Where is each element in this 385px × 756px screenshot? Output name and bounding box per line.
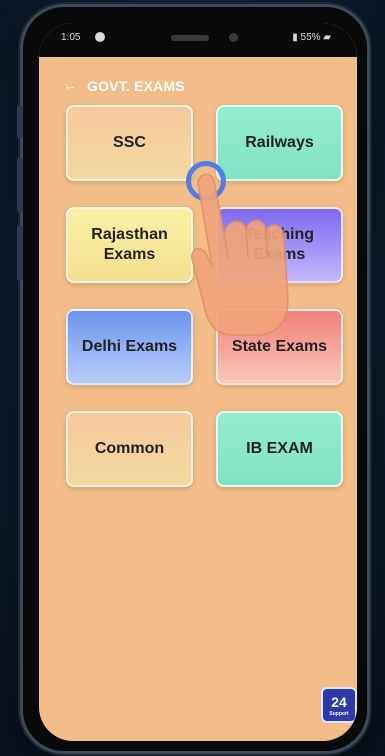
back-arrow-icon[interactable]: ← (63, 77, 77, 93)
phone-volume-button-2 (17, 157, 23, 213)
phone-power-button (17, 225, 23, 281)
tile-common[interactable]: Common (66, 411, 193, 487)
status-time: 1:05 (61, 32, 81, 43)
front-camera (229, 33, 238, 42)
camera-notch (129, 23, 264, 57)
tile-delhi-exams[interactable]: Delhi Exams (66, 309, 193, 385)
status-bar: 1:05 ▮ 55% ▰ (39, 23, 357, 57)
app-header: ← GOVT. EXAMS (39, 57, 357, 107)
pointing-hand-icon (191, 173, 289, 336)
tile-label: Railways (245, 134, 314, 151)
tile-ib-exam[interactable]: IB EXAM (216, 411, 343, 487)
tile-label: Delhi Exams (81, 338, 178, 355)
tile-ssc[interactable]: SSC (66, 105, 193, 181)
phone-frame: 1:05 ▮ 55% ▰ ← GOVT. EXAMS SSC Railways … (17, 4, 370, 754)
logo-subtext: Support (329, 711, 349, 717)
battery-indicator: ▮ 55% ▰ (292, 32, 331, 43)
tile-rajasthan-exams[interactable]: Rajasthan Exams (66, 207, 193, 283)
support-logo[interactable]: 24 Support (321, 687, 357, 723)
battery-icon: ▰ (320, 32, 331, 43)
signal-icon: ▮ (292, 32, 301, 43)
tile-label: Common (94, 440, 165, 457)
logo-number: 24 (331, 694, 347, 710)
notification-icon (95, 32, 105, 42)
tile-label: State Exams (231, 338, 328, 355)
battery-text: 55% (300, 32, 321, 43)
tile-label: SSC (113, 134, 146, 151)
tile-label: Rajasthan Exams (91, 226, 168, 263)
app-screen: 1:05 ▮ 55% ▰ ← GOVT. EXAMS SSC Railways … (39, 23, 357, 741)
speaker-grille (171, 35, 209, 41)
tile-label: IB EXAM (246, 440, 313, 457)
page-title: GOVT. EXAMS (87, 78, 185, 94)
phone-volume-button (17, 105, 23, 139)
